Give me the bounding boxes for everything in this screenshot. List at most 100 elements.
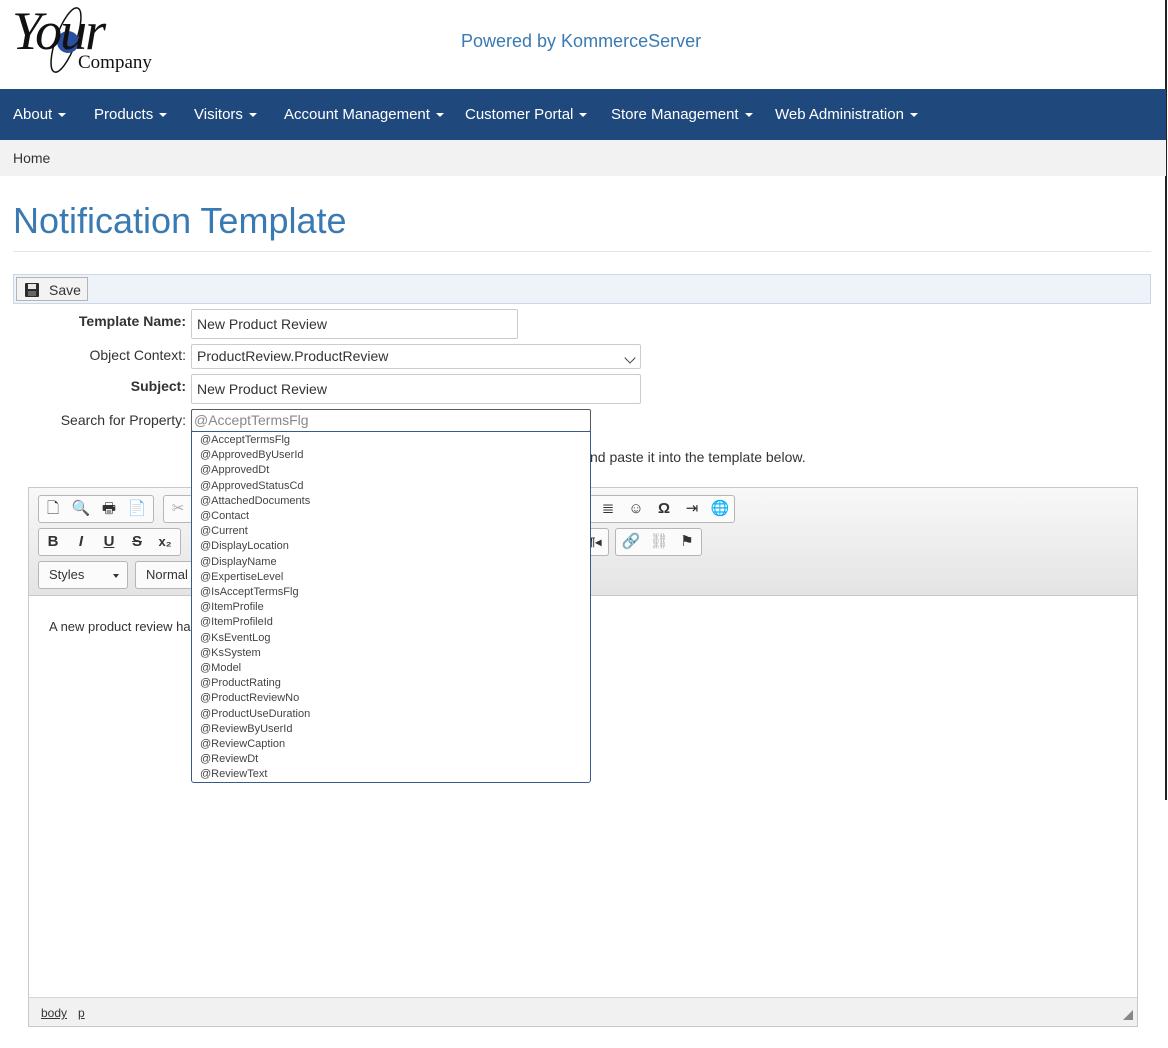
property-autocomplete-list: @AcceptTermsFlg @ApprovedByUserId @Approve…: [191, 431, 591, 783]
title-divider: [13, 251, 1151, 252]
template-name-input[interactable]: New Product Review: [191, 309, 518, 339]
nav-products[interactable]: Products: [94, 89, 168, 140]
format-combo-label: Normal: [146, 567, 188, 582]
nav-web-administration-label: Web Administration: [775, 106, 904, 123]
caret-down-icon: [113, 574, 119, 578]
link-icon[interactable]: 🔗: [617, 529, 645, 555]
chevron-down-icon: [624, 352, 636, 364]
page-title: Notification Template: [13, 200, 347, 241]
object-context-value: ProductReview.ProductReview: [197, 348, 389, 364]
property-option[interactable]: @ExpertiseLevel: [200, 570, 283, 585]
search-property-input[interactable]: @AcceptTermsFlg: [191, 409, 591, 432]
property-option[interactable]: @DisplayLocation: [200, 539, 289, 554]
smiley-icon[interactable]: ☺: [622, 496, 650, 522]
unlink-icon[interactable]: ⛓: [645, 529, 673, 555]
property-option[interactable]: @ReviewCaption: [200, 737, 285, 752]
property-option[interactable]: @ApprovedByUserId: [200, 448, 304, 463]
property-option[interactable]: @ItemProfile: [200, 600, 264, 615]
property-option[interactable]: @ReviewDt: [200, 752, 258, 767]
property-option[interactable]: @ProductUseDuration: [200, 707, 310, 722]
save-button[interactable]: Save: [16, 277, 88, 301]
styles-combo[interactable]: Styles: [38, 561, 128, 589]
property-option[interactable]: @ReviewByUserId: [200, 722, 292, 737]
horizontal-line-icon[interactable]: ≣: [594, 496, 622, 522]
special-char-icon[interactable]: Ω: [650, 496, 678, 522]
nav-visitors-label: Visitors: [194, 106, 243, 123]
path-body-link[interactable]: body: [41, 1006, 67, 1020]
property-option[interactable]: @Contact: [200, 509, 249, 524]
logo-text-your: Your: [12, 1, 106, 61]
preview-icon[interactable]: 🔍: [67, 496, 95, 522]
property-option[interactable]: @ProductRating: [200, 676, 281, 691]
company-logo[interactable]: Your Company: [12, 4, 162, 76]
powered-by-text: Powered by KommerceServer: [461, 31, 702, 51]
caret-down-icon: [58, 113, 67, 118]
page-break-icon[interactable]: ⇥: [678, 496, 706, 522]
templates-icon[interactable]: 📄: [123, 496, 151, 522]
nav-customer-portal[interactable]: Customer Portal: [465, 89, 588, 140]
main-navbar: About Products Visitors Account Manageme…: [0, 89, 1166, 140]
nav-products-label: Products: [94, 106, 154, 123]
insert-tool-group: ≣ ☺ Ω ⇥ 🌐: [589, 495, 735, 523]
nav-visitors[interactable]: Visitors: [194, 89, 257, 140]
nav-about[interactable]: About: [13, 89, 67, 140]
caret-down-icon: [579, 113, 588, 118]
breadcrumb-home[interactable]: Home: [13, 150, 50, 166]
strike-icon[interactable]: S: [123, 529, 151, 555]
property-option[interactable]: @KsEventLog: [200, 631, 271, 646]
caret-down-icon: [909, 113, 918, 118]
clipboard-tool-group: ✂: [163, 495, 193, 523]
subject-label: Subject:: [130, 378, 186, 394]
property-option[interactable]: @ItemProfileId: [200, 615, 273, 630]
search-property-label: Search for Property:: [60, 412, 186, 428]
property-option[interactable]: @ApprovedStatusCd: [200, 479, 304, 494]
print-icon[interactable]: 🖶: [95, 496, 123, 522]
bold-icon[interactable]: B: [39, 529, 67, 555]
nav-store-management-label: Store Management: [611, 106, 739, 123]
property-option[interactable]: @DisplayName: [200, 555, 277, 570]
floppy-disk-icon: [25, 283, 39, 297]
nav-customer-portal-label: Customer Portal: [465, 106, 574, 123]
property-option[interactable]: @AttachedDocuments: [200, 494, 310, 509]
nav-account-management-label: Account Management: [284, 106, 430, 123]
cut-icon[interactable]: ✂: [164, 496, 192, 522]
property-option[interactable]: @ApprovedDt: [200, 463, 269, 478]
path-p-link[interactable]: p: [78, 1006, 85, 1020]
nav-about-label: About: [13, 106, 53, 123]
editor-statusbar: body p: [29, 997, 1137, 1026]
logo-text-company: Company: [78, 52, 152, 73]
new-page-icon[interactable]: 🗋: [39, 496, 67, 522]
caret-down-icon: [159, 113, 168, 118]
styles-combo-label: Styles: [49, 567, 85, 582]
caret-down-icon: [248, 113, 257, 118]
nav-web-administration[interactable]: Web Administration: [775, 89, 918, 140]
document-tool-group: 🗋 🔍 🖶 📄: [38, 495, 154, 523]
caret-down-icon: [435, 113, 444, 118]
breadcrumb: Home: [0, 140, 1166, 176]
instruction-text: nd paste it into the template below.: [590, 449, 806, 465]
save-button-label: Save: [49, 282, 81, 298]
property-option[interactable]: @AcceptTermsFlg: [200, 433, 290, 448]
caret-down-icon: [744, 113, 753, 118]
property-option[interactable]: @ProductReviewNo: [200, 691, 299, 706]
italic-icon[interactable]: I: [67, 529, 95, 555]
resize-handle-icon[interactable]: [1123, 1010, 1133, 1020]
nav-account-management[interactable]: Account Management: [284, 89, 444, 140]
property-option[interactable]: @IsAcceptTermsFlg: [200, 585, 299, 600]
object-context-label: Object Context:: [89, 347, 187, 363]
subscript-icon[interactable]: x₂: [151, 529, 179, 555]
nav-store-management[interactable]: Store Management: [611, 89, 753, 140]
anchor-icon[interactable]: ⚑: [673, 529, 701, 555]
property-option[interactable]: @Current: [200, 524, 248, 539]
subject-input[interactable]: New Product Review: [191, 374, 641, 404]
underline-icon[interactable]: U: [95, 529, 123, 555]
editor-content[interactable]: A new product review has: [49, 619, 197, 634]
template-name-label: Template Name:: [78, 313, 186, 329]
property-option[interactable]: @Model: [200, 661, 241, 676]
property-option[interactable]: @KsSystem: [200, 646, 261, 661]
basic-style-group: B I U S x₂: [38, 528, 181, 556]
object-context-select[interactable]: ProductReview.ProductReview: [191, 344, 641, 369]
property-option[interactable]: @ReviewText: [200, 767, 267, 782]
link-tool-group: 🔗 ⛓ ⚑: [615, 528, 702, 556]
iframe-icon[interactable]: 🌐: [706, 496, 734, 522]
